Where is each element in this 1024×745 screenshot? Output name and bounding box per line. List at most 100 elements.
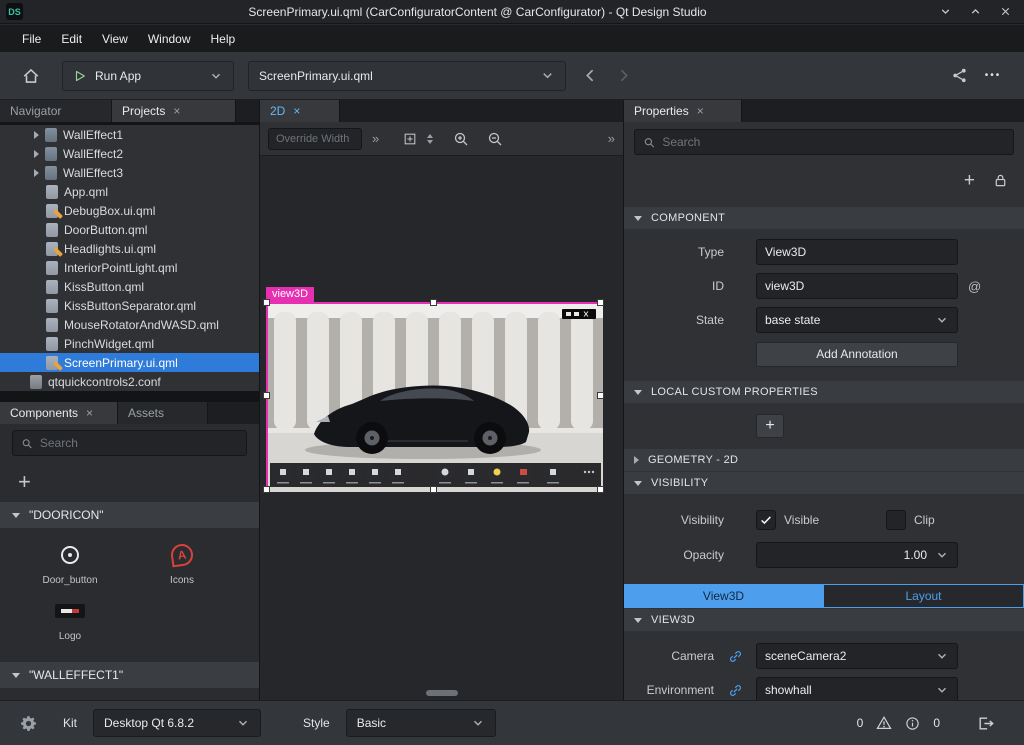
info-icon[interactable] (905, 716, 920, 731)
section-header-walleffect1[interactable]: "WALLEFFECT1" (0, 662, 259, 688)
link-icon[interactable] (714, 649, 756, 664)
tree-item[interactable]: qtquickcontrols2.conf (0, 372, 259, 391)
more-options-button[interactable]: ••• (976, 60, 1010, 92)
selection-handle[interactable] (263, 392, 270, 399)
view3d-selection[interactable]: view3D (266, 302, 601, 490)
menu-help[interactable]: Help (201, 28, 246, 50)
type-input[interactable] (765, 245, 949, 259)
kit-dropdown[interactable]: Desktop Qt 6.8.2 (93, 709, 261, 737)
run-app-button[interactable]: Run App (62, 61, 234, 91)
document-selector[interactable]: ScreenPrimary.ui.qml (248, 61, 566, 91)
override-width-input[interactable] (268, 128, 362, 150)
id-input[interactable] (765, 279, 949, 293)
components-search-input[interactable] (40, 436, 238, 450)
component-door-button[interactable]: Door_button (14, 540, 126, 586)
properties-search[interactable] (634, 129, 1014, 155)
exit-icon[interactable] (977, 715, 994, 732)
menu-file[interactable]: File (12, 28, 51, 50)
share-button[interactable] (942, 60, 976, 92)
expand-chevron-icon[interactable] (34, 150, 39, 158)
annotation-at-icon[interactable]: @ (968, 279, 981, 294)
tree-item-selected[interactable]: ScreenPrimary.ui.qml (0, 353, 259, 372)
tree-item[interactable]: App.qml (0, 182, 259, 201)
run-app-chevron-icon[interactable] (209, 69, 223, 83)
expand-chevron-icon[interactable] (34, 169, 39, 177)
selection-handle[interactable] (263, 486, 270, 493)
selection-handle[interactable] (597, 486, 604, 493)
canvas-horizontal-scrollbar[interactable] (426, 690, 458, 696)
tab-projects-close-icon[interactable]: × (173, 104, 180, 118)
state-dropdown[interactable]: base state (756, 307, 958, 333)
tree-item[interactable]: Headlights.ui.qml (0, 239, 259, 258)
tree-item[interactable]: WallEffect2 (0, 144, 259, 163)
design-canvas[interactable]: view3D (260, 156, 623, 700)
selection-handle[interactable] (263, 299, 270, 306)
subtab-layout[interactable]: Layout (823, 584, 1024, 608)
menu-edit[interactable]: Edit (51, 28, 92, 50)
section-header-component[interactable]: COMPONENT (624, 207, 1024, 229)
lock-icon[interactable] (993, 173, 1008, 188)
component-logo[interactable]: Logo (14, 596, 126, 642)
tab-components-close-icon[interactable]: × (86, 406, 93, 420)
warning-icon[interactable] (876, 715, 892, 731)
id-field[interactable] (756, 273, 958, 299)
tab-2d-close-icon[interactable]: × (293, 104, 300, 118)
zoom-in-icon[interactable] (453, 131, 469, 147)
minimize-button[interactable] (932, 2, 958, 22)
tree-item[interactable]: DebugBox.ui.qml (0, 201, 259, 220)
properties-search-input[interactable] (662, 135, 1005, 149)
selection-handle[interactable] (597, 392, 604, 399)
expand-chevron-icon[interactable] (34, 131, 39, 139)
selection-handle[interactable] (430, 299, 437, 306)
section-header-dooricon[interactable]: "DOORICON" (0, 502, 259, 528)
tree-item[interactable]: MouseRotatorAndWASD.qml (0, 315, 259, 334)
component-icons[interactable]: A Icons (126, 540, 238, 586)
selection-handle[interactable] (430, 486, 437, 493)
camera-dropdown[interactable]: sceneCamera2 (756, 643, 958, 669)
tree-item[interactable]: KissButton.qml (0, 277, 259, 296)
environment-dropdown[interactable]: showhall (756, 677, 958, 700)
add-component-button[interactable]: + (18, 471, 31, 493)
tree-item[interactable]: InteriorPointLight.qml (0, 258, 259, 277)
add-custom-property-button[interactable]: + (756, 414, 784, 438)
link-icon[interactable] (714, 683, 756, 698)
forward-button[interactable] (615, 67, 632, 84)
tab-properties-close-icon[interactable]: × (697, 104, 704, 118)
clip-checkbox-unchecked[interactable] (886, 510, 906, 530)
tree-item[interactable]: KissButtonSeparator.qml (0, 296, 259, 315)
tab-projects[interactable]: Projects × (112, 100, 236, 122)
section-header-local-custom-properties[interactable]: LOCAL CUSTOM PROPERTIES (624, 381, 1024, 403)
section-header-visibility[interactable]: VISIBILITY (624, 472, 1024, 494)
tree-item[interactable]: WallEffect3 (0, 163, 259, 182)
tab-navigator[interactable]: Navigator (0, 100, 112, 122)
selection-handle[interactable] (597, 299, 604, 306)
toolbar-overflow-chevron[interactable]: » (372, 131, 379, 146)
maximize-button[interactable] (962, 2, 988, 22)
add-annotation-button[interactable]: Add Annotation (756, 342, 958, 367)
tab-properties[interactable]: Properties × (624, 100, 742, 122)
zoom-level-stepper[interactable] (427, 134, 433, 144)
components-search[interactable] (12, 430, 247, 456)
tree-item[interactable]: WallEffect1 (0, 125, 259, 144)
add-property-button[interactable]: + (964, 171, 975, 190)
zoom-out-icon[interactable] (487, 131, 503, 147)
tab-components[interactable]: Components × (0, 402, 118, 424)
toolbar-overflow-chevron-right[interactable]: » (608, 131, 615, 146)
back-button[interactable] (582, 67, 599, 84)
tree-item[interactable]: PinchWidget.qml (0, 334, 259, 353)
visible-checkbox-checked[interactable] (756, 510, 776, 530)
tree-item[interactable]: DoorButton.qml (0, 220, 259, 239)
menu-window[interactable]: Window (138, 28, 201, 50)
type-field[interactable] (756, 239, 958, 265)
section-header-view3d[interactable]: VIEW3D (624, 609, 1024, 631)
style-dropdown[interactable]: Basic (346, 709, 496, 737)
opacity-spinbox[interactable]: 1.00 (756, 542, 958, 568)
fit-canvas-icon[interactable] (403, 132, 417, 146)
settings-gear-icon[interactable] (20, 715, 37, 732)
menu-view[interactable]: View (92, 28, 138, 50)
subtab-view3d[interactable]: View3D (624, 584, 823, 608)
tab-assets[interactable]: Assets (118, 402, 208, 424)
home-button[interactable] (14, 60, 48, 92)
tab-2d[interactable]: 2D × (260, 100, 340, 122)
section-header-geometry-2d[interactable]: GEOMETRY - 2D (624, 449, 1024, 471)
